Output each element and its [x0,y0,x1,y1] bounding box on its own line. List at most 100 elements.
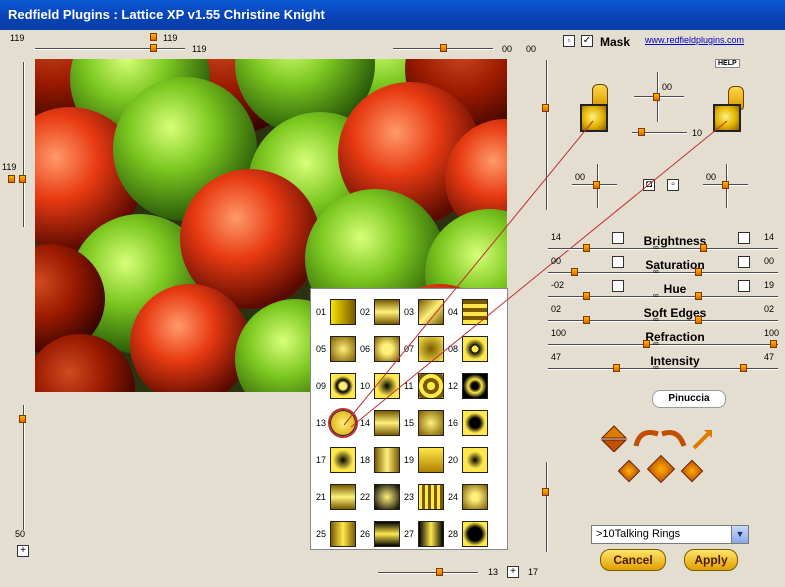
link-chain-icon[interactable]: ∞ [653,267,659,276]
cross-right-value: 00 [706,172,717,182]
pattern-thumbnail-16[interactable] [462,410,488,436]
slider-left-knob[interactable] [583,244,590,252]
transform-icons [600,425,712,452]
slider-left-knob[interactable] [571,268,578,276]
pattern-thumbnail-03[interactable] [418,299,444,325]
slider-right-knob[interactable] [740,364,747,372]
slider-left-knob[interactable] [583,292,590,300]
center-target-icon[interactable]: ◘ [643,179,655,191]
pattern-number: 28 [448,529,459,539]
right-lever-dial[interactable] [713,104,741,132]
top-right-slider-knob[interactable] [440,44,447,52]
bottom-slider-knob[interactable] [436,568,443,576]
left-lower-slider-track[interactable] [23,405,25,530]
help-button[interactable]: HELP [715,59,740,68]
left-slider-track[interactable] [23,62,25,227]
pattern-thumbnail-07[interactable] [418,336,444,362]
slider-track[interactable] [548,344,778,346]
right-lower-slider-knob[interactable] [542,488,549,496]
pattern-thumbnail-05[interactable] [330,336,356,362]
slider-right-knob[interactable] [770,340,777,348]
preset-select-value: >10Talking Rings [596,528,681,540]
pattern-thumbnail-22[interactable] [374,484,400,510]
link-chain-icon[interactable]: ∞ [653,291,659,300]
center-square-icon[interactable]: ▫ [667,179,679,191]
left-lower-slider-knob[interactable] [19,415,26,423]
right-slider-track[interactable] [546,60,548,210]
link-chain-icon[interactable]: ∞ [653,315,659,324]
pattern-thumbnail-18[interactable] [374,447,400,473]
lever-center-knob[interactable] [653,93,660,101]
pattern-thumbnail-24[interactable] [462,484,488,510]
slider-left-knob[interactable] [583,316,590,324]
pattern-thumbnail-02[interactable] [374,299,400,325]
preset-author-badge: Pinuccia [652,390,726,408]
slider-right-checkbox[interactable] [738,280,750,292]
pattern-thumbnail-10[interactable] [374,373,400,399]
slider-left-knob[interactable] [613,364,620,372]
pattern-number: 24 [448,492,459,502]
pattern-thumbnail-01[interactable] [330,299,356,325]
slider-track[interactable] [548,272,778,274]
slider-right-value: 02 [764,304,775,314]
left-slider-knob-a[interactable] [8,175,15,183]
slider-left-checkbox[interactable] [612,232,624,244]
pattern-thumbnail-13[interactable] [328,408,358,438]
mask-picker-icon[interactable]: ▫ [563,35,575,47]
chevron-down-icon[interactable]: ▼ [731,526,748,543]
apply-button[interactable]: Apply [684,549,738,571]
mask-checkbox[interactable]: ✓ [581,35,593,47]
pattern-thumbnail-11[interactable] [418,373,444,399]
link-chain-icon[interactable]: ∞ [653,363,659,372]
slider-left-checkbox[interactable] [612,256,624,268]
slider-right-knob[interactable] [695,292,702,300]
slider-left-value: 00 [551,256,562,266]
pattern-thumbnail-20[interactable] [462,447,488,473]
pattern-thumbnail-21[interactable] [330,484,356,510]
right-lower-slider-track[interactable] [546,462,548,552]
top-slider-knob[interactable] [150,44,157,52]
slider-left-checkbox[interactable] [612,280,624,292]
bottom-slider-track[interactable] [378,572,478,574]
lever-mid-knob[interactable] [638,128,645,136]
left-slider-knob[interactable] [19,175,26,183]
cross-left-knob[interactable] [593,181,600,189]
link-chain-icon[interactable]: ∞ [653,243,659,252]
pattern-thumbnail-08[interactable] [462,336,488,362]
pattern-thumbnail-06[interactable] [374,336,400,362]
pattern-thumbnail-09[interactable] [330,373,356,399]
slider-left-knob[interactable] [643,340,650,348]
right-slider-knob[interactable] [542,104,549,112]
pattern-thumbnail-28[interactable] [462,521,488,547]
link-chain-icon[interactable]: ∞ [653,339,659,348]
slider-right-knob[interactable] [695,268,702,276]
slider-right-checkbox[interactable] [738,256,750,268]
pattern-thumbnail-26[interactable] [374,521,400,547]
slider-right-checkbox[interactable] [738,232,750,244]
pattern-thumbnail-19[interactable] [418,447,444,473]
pattern-grid: 01 02 03 04 05 06 07 08 09 10 11 12 13 14 15 16 17 18 19 20… [310,288,508,550]
pattern-thumbnail-17[interactable] [330,447,356,473]
pattern-number: 20 [448,455,459,465]
pattern-number: 15 [404,418,415,428]
slider-right-knob[interactable] [700,244,707,252]
website-link[interactable]: www.redfieldplugins.com [645,35,744,45]
pattern-thumbnail-12[interactable] [462,373,488,399]
pattern-thumbnail-14[interactable] [374,410,400,436]
cross-right-knob[interactable] [722,181,729,189]
left-lever-dial[interactable] [580,104,608,132]
pattern-thumbnail-23[interactable] [418,484,444,510]
top-right-value-b: 00 [526,44,537,54]
pattern-number: 06 [360,344,371,354]
cancel-button[interactable]: Cancel [600,549,666,571]
zoom-plus-icon-bottom[interactable]: + [507,566,519,578]
preset-select[interactable]: >10Talking Rings ▼ [591,525,749,544]
pattern-thumbnail-27[interactable] [418,521,444,547]
top-slider-knob-a[interactable] [150,33,157,41]
top-slider-track[interactable] [35,48,185,50]
pattern-thumbnail-25[interactable] [330,521,356,547]
zoom-plus-icon[interactable]: + [17,545,29,557]
pattern-thumbnail-15[interactable] [418,410,444,436]
slider-right-knob[interactable] [695,316,702,324]
pattern-thumbnail-04[interactable] [462,299,488,325]
